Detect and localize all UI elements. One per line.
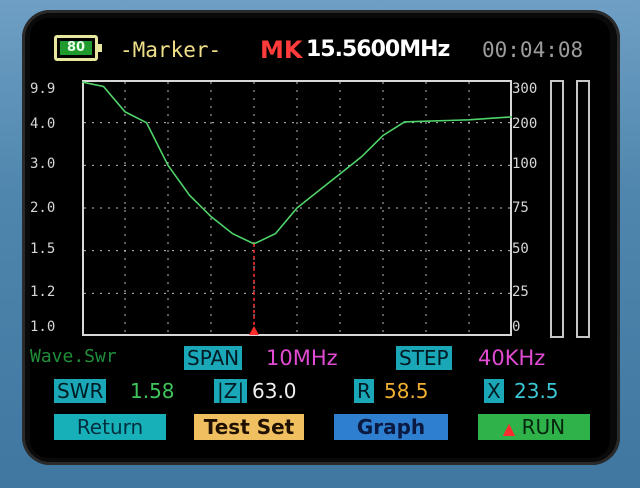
resistance-value: 58.5 bbox=[384, 379, 429, 403]
left-tick: 2.0 bbox=[30, 200, 56, 216]
resistance-label: R bbox=[354, 379, 374, 403]
run-button[interactable]: ▲ RUN bbox=[478, 414, 590, 440]
meter-bar-right bbox=[576, 80, 590, 338]
right-tick: 0 bbox=[512, 319, 521, 335]
swr-value: 1.58 bbox=[130, 379, 175, 403]
right-tick: 50 bbox=[512, 241, 529, 257]
test-set-button[interactable]: Test Set bbox=[194, 414, 304, 440]
step-label: STEP bbox=[396, 346, 452, 370]
right-tick: 200 bbox=[512, 116, 538, 132]
clock-readout: 00:04:08 bbox=[482, 38, 584, 62]
play-triangle-icon: ▲ bbox=[502, 419, 516, 438]
right-tick: 100 bbox=[512, 156, 538, 172]
left-tick: 9.9 bbox=[30, 81, 56, 97]
impedance-label: |Z| bbox=[214, 379, 248, 403]
swr-label: SWR bbox=[54, 379, 107, 403]
span-value: 10MHz bbox=[266, 346, 338, 370]
battery-icon: 80 bbox=[54, 35, 102, 61]
reactance-label: X bbox=[484, 379, 504, 403]
right-tick: 25 bbox=[512, 284, 529, 300]
mode-label: -Marker- bbox=[120, 38, 222, 62]
reactance-value: 23.5 bbox=[514, 379, 559, 403]
wave-label: Wave.Swr bbox=[30, 346, 117, 367]
right-tick: 300 bbox=[512, 81, 538, 97]
left-tick: 3.0 bbox=[30, 156, 56, 172]
left-tick: 1.2 bbox=[30, 284, 56, 300]
left-tick: 1.0 bbox=[30, 319, 56, 335]
analyzer-screen: 80 -Marker- MK 15.5600MHz 00:04:08 9.9 4… bbox=[30, 18, 610, 458]
right-tick: 75 bbox=[512, 200, 529, 216]
run-label: RUN bbox=[521, 415, 566, 439]
span-label: SPAN bbox=[184, 346, 243, 370]
marker-mk-label: MK bbox=[260, 36, 303, 64]
step-value: 40KHz bbox=[478, 346, 546, 370]
battery-level: 80 bbox=[60, 41, 92, 55]
meter-bar-left bbox=[550, 80, 564, 338]
impedance-value: 63.0 bbox=[252, 379, 297, 403]
left-tick: 4.0 bbox=[30, 116, 56, 132]
swr-graph bbox=[82, 80, 513, 336]
graph-button[interactable]: Graph bbox=[334, 414, 448, 440]
left-tick: 1.5 bbox=[30, 241, 56, 257]
marker-triangle bbox=[249, 326, 259, 335]
return-button[interactable]: Return bbox=[54, 414, 166, 440]
marker-frequency: 15.5600MHz bbox=[306, 37, 450, 62]
